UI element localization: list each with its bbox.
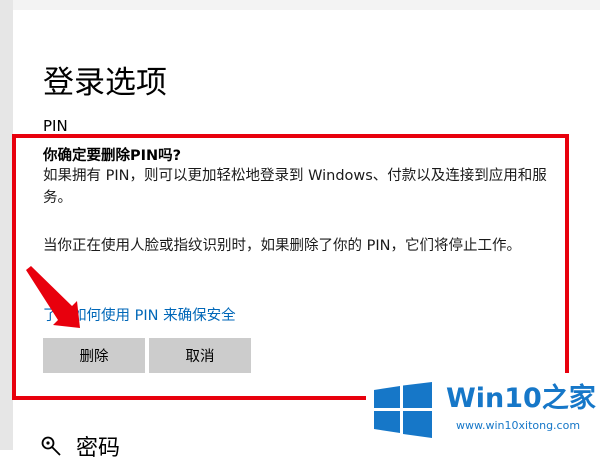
confirm-title: 你确定要删除PIN吗? xyxy=(43,148,182,164)
confirm-description: 如果拥有 PIN，则可以更加轻松地登录到 Windows、付款以及连接到应用和服… xyxy=(43,168,547,206)
confirm-warning: 当你正在使用人脸或指纹识别时，如果删除了你的 PIN，它们将停止工作。 xyxy=(43,238,521,254)
page-title: 登录选项 xyxy=(43,65,167,101)
key-icon xyxy=(41,436,61,456)
watermark-brand: Win10之家 xyxy=(446,383,596,414)
pin-section-label: PIN xyxy=(43,117,68,135)
delete-button[interactable]: 删除 xyxy=(43,338,145,373)
window-top-edge xyxy=(13,0,600,10)
password-section-label: 密码 xyxy=(76,436,121,461)
watermark-url: www.win10xitong.com xyxy=(456,419,581,432)
windows-logo-icon xyxy=(374,382,432,438)
cancel-button[interactable]: 取消 xyxy=(149,338,251,373)
annotation-arrow-icon xyxy=(26,266,80,328)
watermark: Win10之家 www.win10xitong.com xyxy=(366,373,600,450)
password-section[interactable]: 密码 xyxy=(40,434,120,461)
